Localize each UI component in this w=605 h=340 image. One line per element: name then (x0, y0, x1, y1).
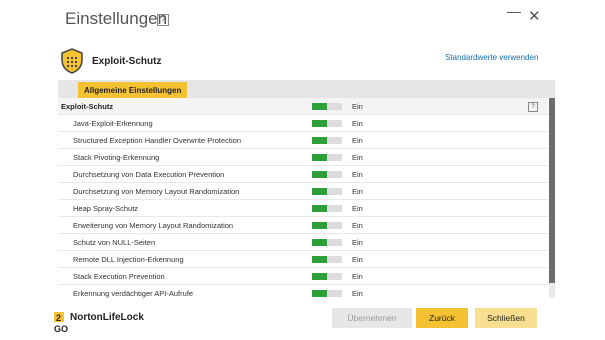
toggle-switch[interactable] (312, 205, 342, 212)
toggle-switch[interactable] (312, 290, 342, 297)
list-item: Java-Exploit-Erkennung Ein (58, 115, 548, 132)
setting-label: Stack Pivoting-Erkennung (73, 153, 160, 162)
group-label: Exploit-Schutz (61, 102, 114, 111)
toggle-fill (312, 256, 327, 263)
toggle-fill (312, 103, 327, 110)
norton-logo-icon: 2 GO (54, 312, 68, 334)
list-item: Heap Spray-Schutz Ein (58, 200, 548, 217)
list-item: Durchsetzung von Memory Layout Randomiza… (58, 183, 548, 200)
toggle-fill (312, 171, 327, 178)
toggle-fill (312, 120, 327, 127)
svg-text:2: 2 (56, 313, 61, 323)
setting-label: Java-Exploit-Erkennung (73, 119, 153, 128)
list-item: Durchsetzung von Data Execution Preventi… (58, 166, 548, 183)
toggle-switch[interactable] (312, 256, 342, 263)
setting-label: Durchsetzung von Memory Layout Randomiza… (73, 187, 240, 196)
toggle-switch[interactable] (312, 222, 342, 229)
back-button[interactable]: Zurück (416, 308, 468, 328)
svg-text:GO: GO (54, 324, 68, 334)
toggle-fill (312, 205, 327, 212)
list-item: Erweiterung von Memory Layout Randomizat… (58, 217, 548, 234)
toggle-switch[interactable] (312, 103, 342, 110)
help-icon[interactable]: ? (528, 102, 538, 112)
tab-general-settings[interactable]: Allgemeine Einstellungen (78, 82, 188, 98)
toggle-state: Ein (352, 289, 363, 298)
window-title: Einstellungen (65, 9, 168, 28)
toggle-state: Ein (352, 119, 363, 128)
close-button[interactable]: Schließen (475, 308, 537, 328)
toggle-state: Ein (352, 187, 363, 196)
section-title: Exploit-Schutz (92, 56, 162, 67)
toggle-switch[interactable] (312, 137, 342, 144)
apply-button[interactable]: Übernehmen (332, 308, 412, 328)
setting-label: Remote DLL Injection-Erkennung (73, 255, 184, 264)
toggle-fill (312, 290, 327, 297)
reset-defaults-link[interactable]: Standardwerte verwenden (445, 53, 538, 62)
setting-label: Durchsetzung von Data Execution Preventi… (73, 170, 225, 179)
toggle-switch[interactable] (312, 120, 342, 127)
toggle-state: Ein (352, 136, 363, 145)
setting-label: Erweiterung von Memory Layout Randomizat… (73, 221, 234, 230)
scrollbar-thumb[interactable] (549, 98, 555, 283)
list-item: Schutz von NULL-Seiten Ein (58, 234, 548, 251)
toggle-fill (312, 188, 327, 195)
toggle-fill (312, 239, 327, 246)
setting-label: Erkennung verdächtiger API-Aufrufe (73, 289, 194, 298)
toggle-switch[interactable] (312, 171, 342, 178)
toggle-fill (312, 273, 327, 280)
setting-label: Stack Execution Prevention (73, 272, 165, 281)
toggle-state: Ein (352, 238, 363, 247)
toggle-state: Ein (352, 204, 363, 213)
toggle-switch[interactable] (312, 188, 342, 195)
toggle-state: Ein (352, 272, 363, 281)
setting-label: Heap Spray-Schutz (73, 204, 139, 213)
list-item: Stack Pivoting-Erkennung Ein (58, 149, 548, 166)
toggle-state: Ein (352, 170, 363, 179)
shield-icon (61, 48, 83, 74)
toggle-state: Ein (352, 221, 363, 230)
settings-list: Exploit-Schutz Ein ? Java-Exploit-Erkenn… (58, 98, 548, 298)
list-item: Remote DLL Injection-Erkennung Ein (58, 251, 548, 268)
help-icon[interactable]: ? (157, 14, 169, 26)
list-item: Stack Execution Prevention Ein (58, 268, 548, 285)
setting-label: Structured Exception Handler Overwrite P… (73, 136, 241, 145)
toggle-fill (312, 222, 327, 229)
close-icon[interactable]: ✕ (528, 7, 541, 25)
toggle-fill (312, 154, 327, 161)
list-item: Erkennung verdächtiger API-Aufrufe Ein (58, 285, 548, 298)
toggle-state: Ein (352, 102, 363, 111)
list-header-row: Exploit-Schutz Ein ? (58, 98, 548, 115)
toggle-switch[interactable] (312, 239, 342, 246)
list-item: Structured Exception Handler Overwrite P… (58, 132, 548, 149)
toggle-state: Ein (352, 255, 363, 264)
toggle-fill (312, 137, 327, 144)
toggle-switch[interactable] (312, 273, 342, 280)
tab-bar: Allgemeine Einstellungen (58, 80, 555, 98)
minimize-button[interactable]: — (507, 3, 521, 19)
toggle-switch[interactable] (312, 154, 342, 161)
brand-name: NortonLifeLock (70, 312, 144, 323)
setting-label: Schutz von NULL-Seiten (73, 238, 156, 247)
toggle-state: Ein (352, 153, 363, 162)
